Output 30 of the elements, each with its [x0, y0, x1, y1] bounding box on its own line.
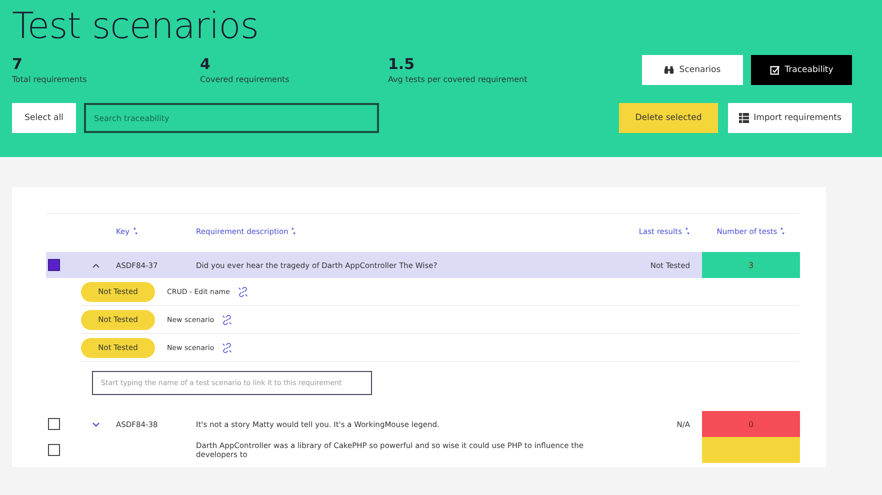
binoculars-icon	[664, 65, 674, 75]
page-title: Test scenarios	[12, 6, 260, 47]
view-tab[interactable]: Traceability	[751, 55, 852, 85]
search-field[interactable]: Search traceability	[84, 103, 379, 133]
chevron-icon[interactable]	[92, 422, 100, 426]
row-checkbox[interactable]	[48, 259, 60, 271]
view-tab[interactable]: Scenarios	[642, 55, 743, 85]
stat-label: Avg tests per covered requirement	[388, 75, 528, 84]
stat-label: Total requirements	[12, 75, 88, 84]
row-checkbox[interactable]	[48, 444, 60, 456]
table-icon	[738, 113, 749, 123]
sort-icon	[132, 227, 138, 235]
delete-selected-button[interactable]: Delete selected	[619, 103, 718, 133]
stat-label: Covered requirements	[200, 75, 290, 84]
sort-icon	[291, 227, 296, 235]
row-checkbox[interactable]	[48, 418, 60, 430]
import-requirements-button[interactable]: Import requirements	[728, 103, 852, 133]
stat-value: 4	[200, 55, 212, 73]
select-all-button[interactable]: Select all	[12, 103, 76, 133]
chevron-icon[interactable]	[92, 262, 100, 268]
unlink-icon[interactable]	[222, 314, 232, 324]
stat-value: 1.5	[388, 55, 416, 73]
stat-value: 7	[12, 55, 24, 73]
sort-icon	[780, 227, 786, 235]
checkbox-icon	[770, 65, 780, 75]
test-count-cell: 3	[702, 252, 800, 278]
unlink-icon[interactable]	[222, 342, 232, 352]
unlink-icon[interactable]	[238, 286, 248, 296]
sort-icon	[685, 227, 690, 235]
test-count-cell: 0	[702, 411, 800, 437]
